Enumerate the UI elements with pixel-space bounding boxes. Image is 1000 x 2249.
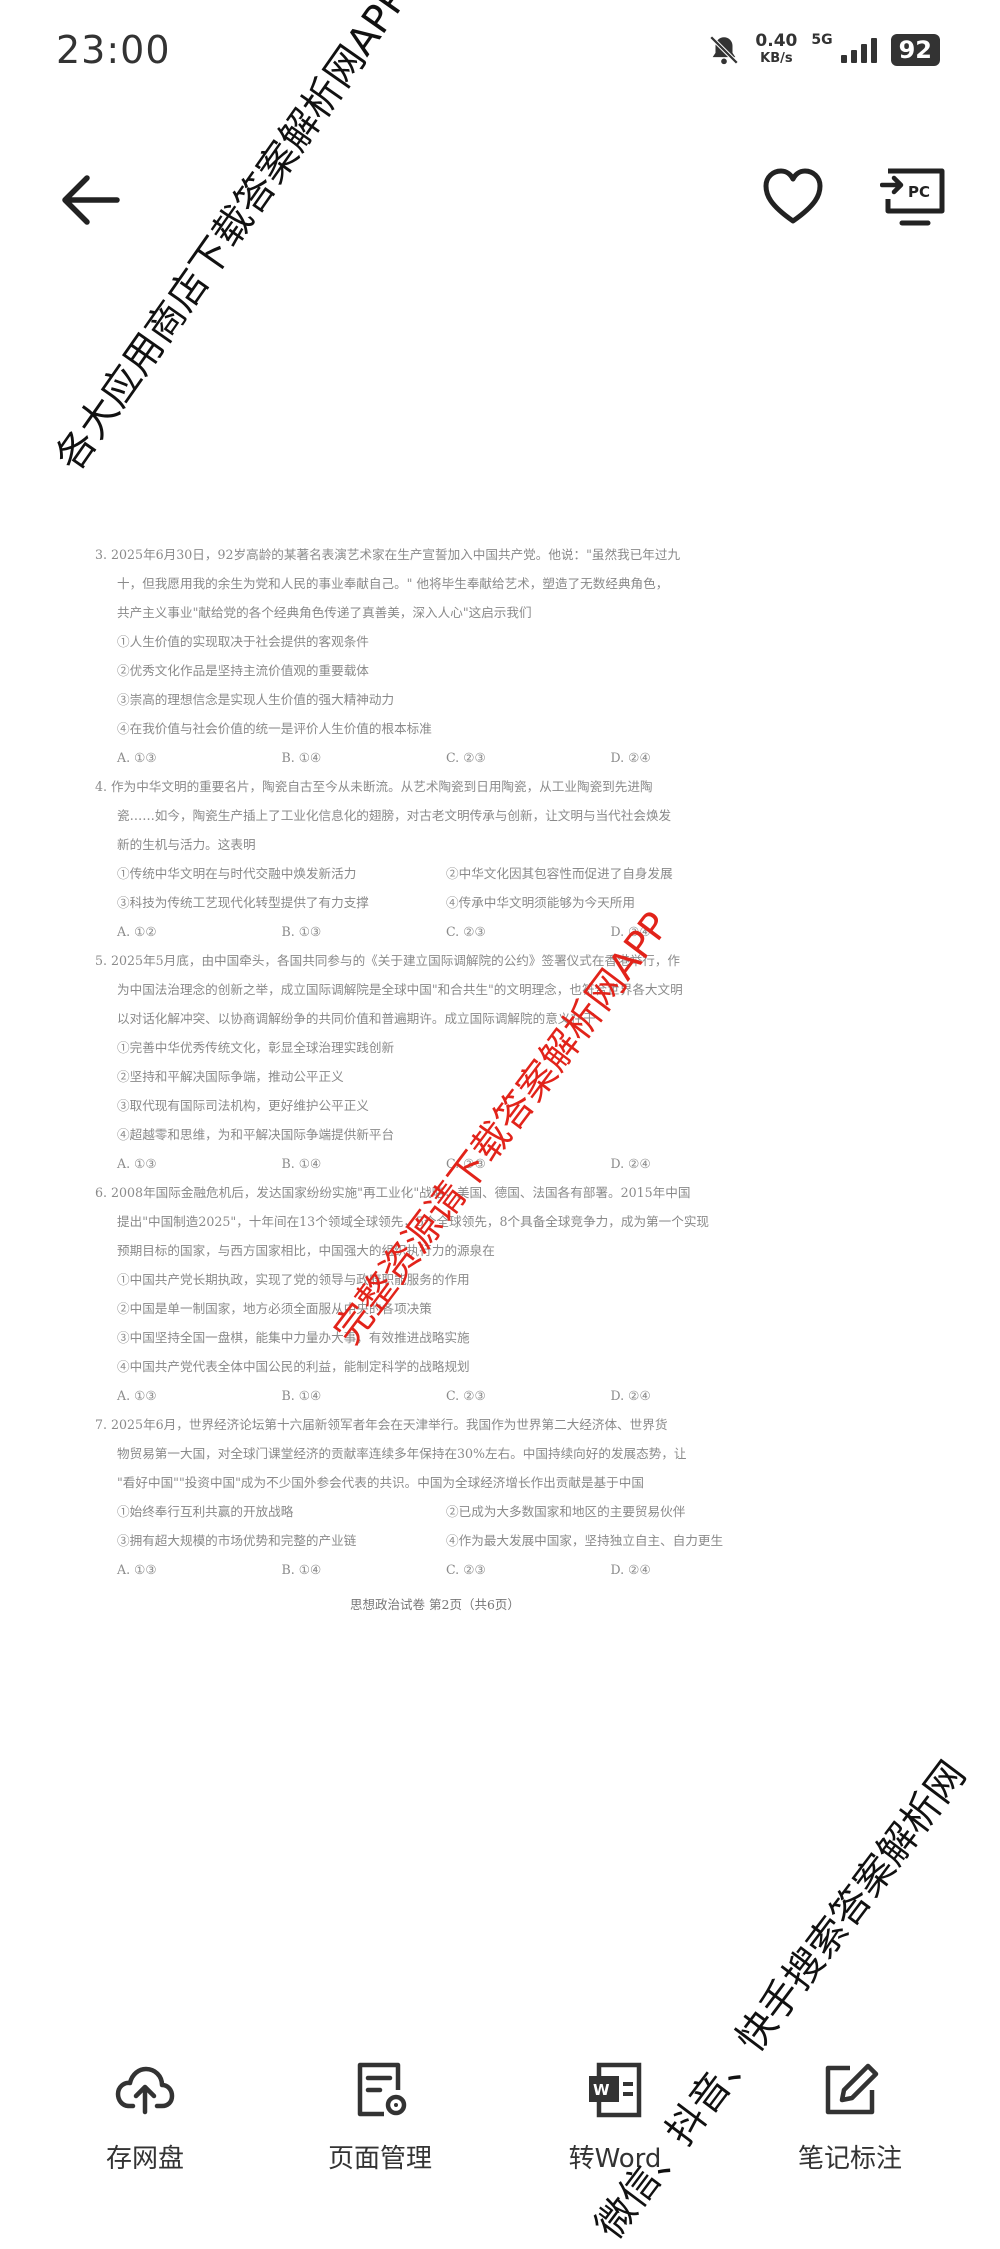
question-7-stem: 7. 2025年6月，世界经济论坛第十六届新领军者年会在天津举行。我国作为世界第…: [95, 1417, 668, 1432]
question-7-items: ③拥有超大规模的市场优势和完整的产业链 ④作为最大发展中国家，坚持独立自主、自力…: [95, 1526, 775, 1555]
edit-note-icon: [825, 2063, 879, 2115]
option-b: B. ①④: [281, 750, 322, 765]
bottom-toolbar: 存网盘 页面管理 W 转Word 笔记标注: [0, 2060, 1000, 2222]
status-bar: 23:00 0.40 KB/s 5G 92: [0, 0, 1000, 110]
question-3-item: ②优秀文化作品是坚持主流价值观的重要载体: [117, 663, 369, 678]
question-6-item: ①中国共产党长期执政，实现了党的领导与政府职能服务的作用: [117, 1272, 470, 1287]
question-7-stem: "看好中国""投资中国"成为不少国外参会代表的共识。中国为全球经济增长作出贡献是…: [117, 1475, 644, 1490]
option-d: D. ②④: [610, 1388, 651, 1403]
page-manage-button[interactable]: 页面管理: [280, 2060, 480, 2175]
signal-icon: [840, 37, 877, 63]
question-6-item: ④中国共产党代表全体中国公民的利益，能制定科学的战略规划: [117, 1359, 470, 1374]
option-a: A. ①③: [117, 750, 157, 765]
question-3-stem: 十，但我愿用我的余生为党和人民的事业奉献自己。" 他将毕生奉献给艺术，塑造了无数…: [117, 576, 669, 591]
status-time: 23:00: [56, 28, 171, 72]
question-7-options: A. ①③ B. ①④ C. ②③ D. ②④: [95, 1555, 775, 1584]
option-b: B. ①③: [281, 924, 322, 939]
status-icons: 0.40 KB/s 5G 92: [707, 32, 940, 68]
cast-to-pc-icon: PC: [879, 168, 945, 226]
question-4-stem: 瓷……如今，陶瓷生产插上了工业化信息化的翅膀，对古老文明传承与创新，让文明与当代…: [117, 808, 672, 823]
cloud-upload-icon: [115, 2066, 175, 2115]
question-4-items: ①传统中华文明在与时代交融中焕发新活力 ②中华文化因其包容性而促进了自身发展: [95, 859, 775, 888]
page-manage-label: 页面管理: [327, 2144, 432, 2174]
speed-unit: KB/s: [760, 51, 793, 66]
option-a: A. ①③: [117, 1388, 157, 1403]
question-7-item: ③拥有超大规模的市场优势和完整的产业链: [117, 1533, 357, 1548]
to-word-icon: W: [589, 2062, 642, 2118]
favorite-button[interactable]: [760, 165, 826, 231]
question-5-stem: 为中国法治理念的创新之举，成立国际调解院是全球中国"和合共生"的文明理念，也符合…: [117, 982, 683, 997]
network-type: 5G: [811, 32, 833, 48]
option-b: B. ①④: [281, 1562, 322, 1577]
option-b: B. ①④: [281, 1156, 322, 1171]
question-7-item: ②已成为大多数国家和地区的主要贸易伙伴: [446, 1504, 686, 1519]
option-d: D. ②④: [610, 1562, 651, 1577]
option-a: A. ①③: [117, 1562, 157, 1577]
question-5-item: ②坚持和平解决国际争端，推动公平正义: [117, 1069, 344, 1084]
question-7-item: ①始终奉行互利共赢的开放战略: [117, 1504, 294, 1519]
option-d: D. ②④: [610, 750, 651, 765]
top-toolbar: PC: [0, 150, 1000, 240]
note-annotate-button[interactable]: 笔记标注: [750, 2060, 950, 2175]
question-3-stem: 共产主义事业"献给党的各个经典角色传递了真善美，深入人心"这启示我们: [117, 605, 532, 620]
question-5-item: ③取代现有国际司法机构，更好维护公平正义: [117, 1098, 369, 1113]
question-3-stem: 3. 2025年6月30日，92岁高龄的某著名表演艺术家在生产宣誓加入中国共产党…: [95, 547, 681, 562]
option-c: C. ②③: [446, 1388, 486, 1403]
back-button[interactable]: [55, 170, 125, 230]
question-5-item: ①完善中华优秀传统文化，彰显全球治理实践创新: [117, 1040, 395, 1055]
question-5-item: ④超越零和思维，为和平解决国际争端提供新平台: [117, 1127, 395, 1142]
bell-muted-icon: [710, 35, 739, 65]
question-3-item: ①人生价值的实现取决于社会提供的客观条件: [117, 634, 369, 649]
pc-label: PC: [908, 183, 930, 201]
page-footer: 思想政治试卷 第2页（共6页）: [350, 1597, 520, 1612]
option-c: C. ②③: [446, 924, 486, 939]
option-a: A. ①③: [117, 1156, 157, 1171]
question-5-stem: 5. 2025年5月底，由中国牵头，各国共同参与的《关于建立国际调解院的公约》签…: [95, 953, 681, 968]
question-7-stem: 物贸易第一大国，对全球门课堂经济的贡献率连续多年保持在30%左右。中国持续向好的…: [117, 1446, 687, 1461]
question-3-item: ③崇高的理想信念是实现人生价值的强大精神动力: [117, 692, 395, 707]
save-to-cloud-label: 存网盘: [105, 2144, 184, 2174]
network-speed: 0.40 KB/s: [755, 32, 797, 68]
option-c: C. ②③: [446, 1562, 486, 1577]
question-3-options: A. ①③ B. ①④ C. ②③ D. ②④: [95, 743, 775, 772]
question-4-item: ②中华文化因其包容性而促进了自身发展: [446, 866, 673, 881]
question-7-items: ①始终奉行互利共赢的开放战略 ②已成为大多数国家和地区的主要贸易伙伴: [95, 1497, 775, 1526]
question-3-item: ④在我价值与社会价值的统一是评价人生价值的根本标准: [117, 721, 432, 736]
question-4-item: ④传承中华文明须能够为今天所用: [446, 895, 635, 910]
battery-level: 92: [890, 34, 940, 66]
question-5-stem: 以对话化解冲突、以协商调解纷争的共同价值和普遍期许。成立国际调解院的意义在于: [117, 1011, 596, 1026]
option-d: D. ②④: [610, 1156, 651, 1171]
note-annotate-label: 笔记标注: [797, 2144, 902, 2174]
document-page[interactable]: 3. 2025年6月30日，92岁高龄的某著名表演艺术家在生产宣誓加入中国共产党…: [95, 540, 775, 1612]
cast-to-pc-button[interactable]: PC: [879, 165, 950, 231]
question-6-options: A. ①③ B. ①④ C. ②③ D. ②④: [95, 1381, 775, 1410]
question-4-item: ③科技为传统工艺现代化转型提供了有力支撑: [117, 895, 369, 910]
question-6-item: ②中国是单一制国家，地方必须全面服从中央的各项决策: [117, 1301, 432, 1316]
question-4-item: ①传统中华文明在与时代交融中焕发新活力: [117, 866, 357, 881]
question-4-stem: 新的生机与活力。这表明: [117, 837, 256, 852]
question-4-stem: 4. 作为中华文明的重要名片，陶瓷自古至今从未断流。从艺术陶瓷到日用陶瓷，从工业…: [95, 779, 653, 794]
option-b: B. ①④: [281, 1388, 322, 1403]
heart-outline-icon: [763, 168, 823, 224]
option-a: A. ①②: [117, 924, 157, 939]
option-c: C. ②③: [446, 750, 486, 765]
svg-text:W: W: [593, 2081, 610, 2099]
arrow-left-icon: [62, 175, 120, 225]
question-4-items: ③科技为传统工艺现代化转型提供了有力支撑 ④传承中华文明须能够为今天所用: [95, 888, 775, 917]
page-manage-icon: [357, 2062, 407, 2117]
speed-value: 0.40: [755, 31, 798, 51]
save-to-cloud-button[interactable]: 存网盘: [45, 2060, 245, 2175]
question-7-item: ④作为最大发展中国家，坚持独立自主、自力更生: [446, 1533, 724, 1548]
question-6-item: ③中国坚持全国一盘棋，能集中力量办大事，有效推进战略实施: [117, 1330, 470, 1345]
